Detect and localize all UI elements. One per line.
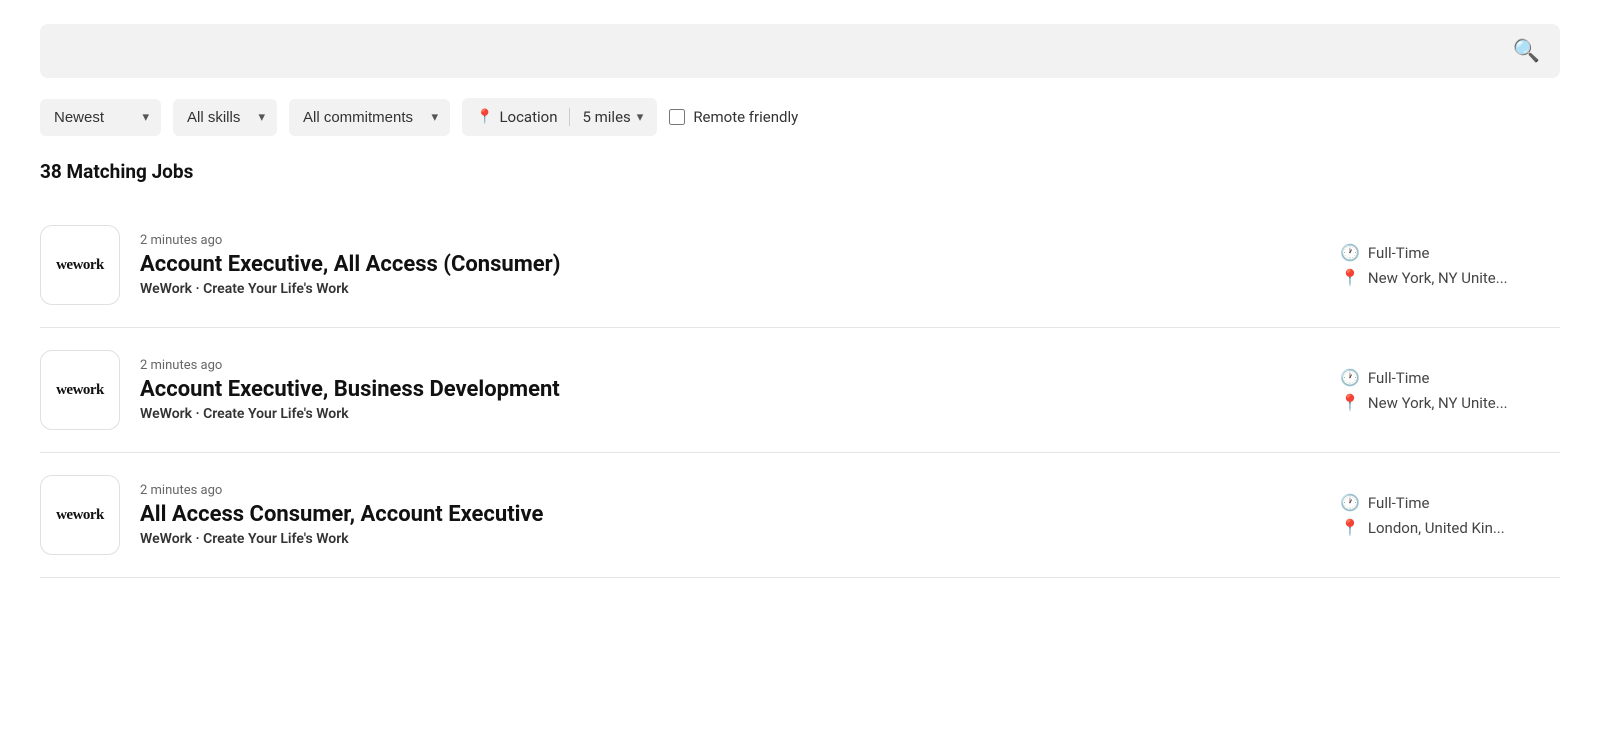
company-separator: · <box>196 406 204 422</box>
sort-filter[interactable]: Newest Oldest Relevance <box>40 99 161 136</box>
job-meta: 🕐 Full-Time 📍 New York, NY Unite... <box>1340 243 1560 287</box>
job-time: 2 minutes ago <box>140 233 1320 248</box>
company-name: WeWork <box>140 281 192 297</box>
job-meta: 🕐 Full-Time 📍 New York, NY Unite... <box>1340 368 1560 412</box>
location-icon: 📍 <box>1340 518 1360 537</box>
job-title: All Access Consumer, Account Executive <box>140 502 1320 527</box>
company-tagline: Create Your Life's Work <box>203 281 349 297</box>
company-name: WeWork <box>140 406 192 422</box>
location-filter[interactable]: 📍 Location 5 miles ▾ <box>462 98 657 136</box>
job-meta: 🕐 Full-Time 📍 London, United Kin... <box>1340 493 1560 537</box>
job-type: Full-Time <box>1368 369 1430 387</box>
remote-friendly-label[interactable]: Remote friendly <box>669 108 798 126</box>
job-list-item[interactable]: wework 2 minutes ago Account Executive, … <box>40 328 1560 453</box>
job-company: WeWork · Create Your Life's Work <box>140 531 1320 547</box>
company-name: WeWork <box>140 531 192 547</box>
job-title: Account Executive, Business Development <box>140 377 1320 402</box>
job-company: WeWork · Create Your Life's Work <box>140 406 1320 422</box>
job-time: 2 minutes ago <box>140 358 1320 373</box>
search-bar: account 🔍 <box>40 24 1560 78</box>
miles-chevron-icon: ▾ <box>637 110 644 125</box>
sort-filter-wrapper: Newest Oldest Relevance ▾ <box>40 99 161 136</box>
job-title: Account Executive, All Access (Consumer) <box>140 252 1320 277</box>
commitments-filter[interactable]: All commitments Full-Time Part-Time Cont… <box>289 99 450 136</box>
clock-icon: 🕐 <box>1340 368 1360 387</box>
company-separator: · <box>196 281 204 297</box>
job-location-item: 📍 New York, NY Unite... <box>1340 268 1508 287</box>
location-placeholder: Location <box>499 108 557 126</box>
job-list: wework 2 minutes ago Account Executive, … <box>40 203 1560 578</box>
location-pin-icon: 📍 <box>476 109 493 125</box>
miles-label: 5 miles <box>582 108 630 126</box>
company-separator: · <box>196 531 204 547</box>
clock-icon: 🕐 <box>1340 243 1360 262</box>
company-logo: wework <box>40 350 120 430</box>
job-type: Full-Time <box>1368 494 1430 512</box>
job-company: WeWork · Create Your Life's Work <box>140 281 1320 297</box>
results-number: 38 <box>40 160 62 183</box>
company-logo-text: wework <box>56 382 104 399</box>
job-location: New York, NY Unite... <box>1368 394 1508 412</box>
clock-icon: 🕐 <box>1340 493 1360 512</box>
skills-filter[interactable]: All skills <box>173 99 277 136</box>
job-type-item: 🕐 Full-Time <box>1340 243 1429 262</box>
results-label-text: Matching Jobs <box>67 160 194 183</box>
company-logo-text: wework <box>56 507 104 524</box>
job-list-item[interactable]: wework 2 minutes ago All Access Consumer… <box>40 453 1560 578</box>
filter-row: Newest Oldest Relevance ▾ All skills ▾ A… <box>40 98 1560 136</box>
company-logo-text: wework <box>56 257 104 274</box>
results-count: 38 Matching Jobs <box>40 160 1560 183</box>
job-type-item: 🕐 Full-Time <box>1340 368 1429 387</box>
job-location-item: 📍 New York, NY Unite... <box>1340 393 1508 412</box>
job-info: 2 minutes ago Account Executive, All Acc… <box>140 233 1320 297</box>
job-type: Full-Time <box>1368 244 1430 262</box>
company-tagline: Create Your Life's Work <box>203 406 349 422</box>
job-location: London, United Kin... <box>1368 519 1505 537</box>
job-list-item[interactable]: wework 2 minutes ago Account Executive, … <box>40 203 1560 328</box>
skills-filter-wrapper: All skills ▾ <box>173 99 277 136</box>
location-icon: 📍 <box>1340 268 1360 287</box>
job-info: 2 minutes ago All Access Consumer, Accou… <box>140 483 1320 547</box>
search-icon[interactable]: 🔍 <box>1513 39 1540 64</box>
miles-wrapper: 5 miles ▾ <box>582 108 643 126</box>
company-logo: wework <box>40 225 120 305</box>
remote-friendly-text: Remote friendly <box>693 108 798 126</box>
company-logo: wework <box>40 475 120 555</box>
job-location-item: 📍 London, United Kin... <box>1340 518 1505 537</box>
remote-friendly-checkbox[interactable] <box>669 109 685 125</box>
job-time: 2 minutes ago <box>140 483 1320 498</box>
job-type-item: 🕐 Full-Time <box>1340 493 1429 512</box>
search-input[interactable]: account <box>60 38 1513 64</box>
location-divider <box>569 108 570 126</box>
commitments-filter-wrapper: All commitments Full-Time Part-Time Cont… <box>289 99 450 136</box>
job-info: 2 minutes ago Account Executive, Busines… <box>140 358 1320 422</box>
location-icon: 📍 <box>1340 393 1360 412</box>
company-tagline: Create Your Life's Work <box>203 531 349 547</box>
job-location: New York, NY Unite... <box>1368 269 1508 287</box>
